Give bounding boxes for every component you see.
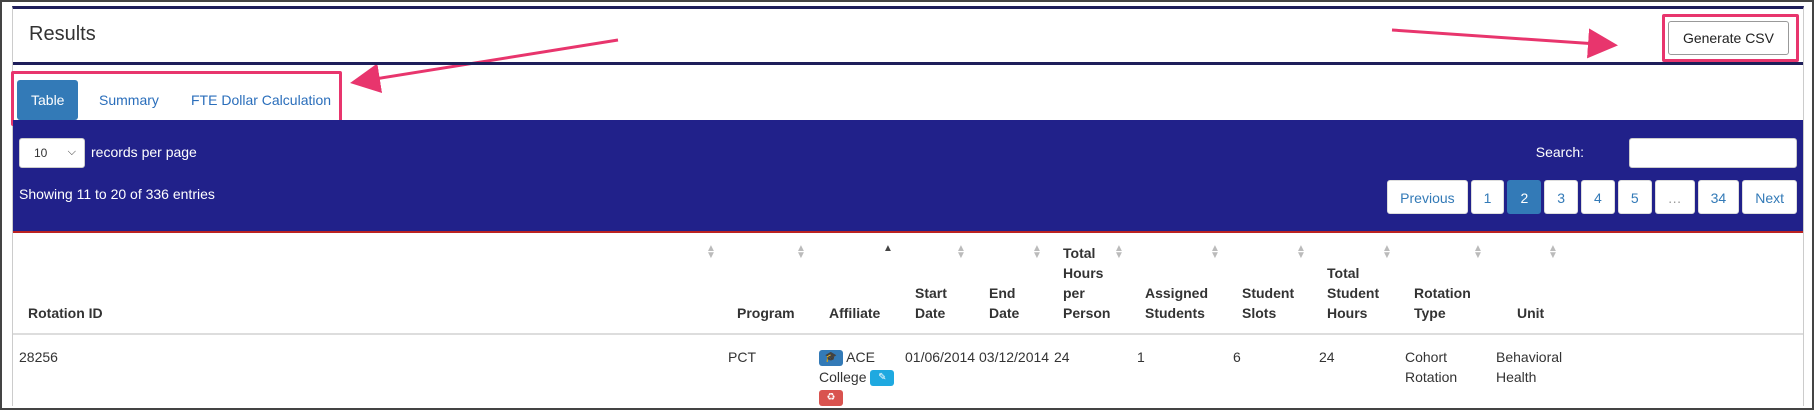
col-start-date-line1: Start <box>915 285 947 301</box>
affiliate-name-line2: College <box>819 369 867 385</box>
col-total-hours-line4: Person <box>1063 305 1111 321</box>
sort-icon[interactable]: ▲ ▼ <box>1210 244 1220 261</box>
cell-end-date: 03/12/2014 <box>979 349 1050 365</box>
cell-total-student-hours: 24 <box>1319 349 1335 365</box>
cell-affiliate: 🎓 ACE College ✎ ♻ <box>819 347 895 407</box>
cell-unit: Behavioral Health <box>1496 347 1562 387</box>
graduation-cap-icon[interactable]: 🎓 <box>819 350 843 367</box>
col-end-date-line1: End <box>989 285 1016 301</box>
sort-icon[interactable]: ▲ ▼ <box>1296 244 1306 261</box>
col-student-slots[interactable]: Student Slots <box>1242 283 1294 323</box>
records-per-page-value: 10 <box>34 146 48 160</box>
recycle-icon[interactable]: ♻ <box>819 390 843 407</box>
col-rt-line2: Type <box>1414 305 1446 321</box>
page-title: Results <box>29 23 96 45</box>
search-input[interactable] <box>1629 138 1797 168</box>
page-button-4[interactable]: 4 <box>1581 180 1615 214</box>
view-tabs: Table Summary FTE Dollar Calculation <box>11 68 1803 126</box>
panel-header: Results Generate CSV <box>13 9 1803 65</box>
col-total-hours-line1: Total <box>1063 245 1096 261</box>
page-button-2[interactable]: 2 <box>1507 180 1542 214</box>
previous-page-button[interactable]: Previous <box>1387 180 1468 214</box>
sort-icon[interactable]: ▲ ▼ <box>956 244 966 261</box>
col-assigned-line1: Assigned <box>1145 285 1209 301</box>
tab-table[interactable]: Table <box>17 80 79 120</box>
records-per-page-label: records per page <box>91 144 197 160</box>
generate-csv-button[interactable]: Generate CSV <box>1667 21 1789 55</box>
sort-icon[interactable]: ▲ ▼ <box>1473 244 1483 261</box>
col-slots-line2: Slots <box>1242 305 1277 321</box>
table-header: Rotation ID ▲ ▼ Program ▲ ▼ Affiliate ▲ St… <box>13 235 1803 335</box>
col-total-hours-line3: per <box>1063 285 1085 301</box>
col-start-date-line2: Date <box>915 305 946 321</box>
col-end-date[interactable]: End Date <box>989 283 1019 323</box>
edit-pencil-icon[interactable]: ✎ <box>870 370 895 387</box>
col-program[interactable]: Program <box>737 303 795 323</box>
col-total-hours-per-person[interactable]: Total Hours per Person <box>1063 243 1110 323</box>
sort-icon[interactable]: ▲ ▼ <box>796 244 806 261</box>
table-row[interactable]: 28256 PCT 🎓 ACE College ✎ ♻ 01/06/2014 0… <box>13 337 1803 409</box>
col-rotation-type[interactable]: Rotation Type <box>1414 283 1471 323</box>
sort-icon[interactable]: ▲ ▼ <box>706 244 716 261</box>
col-unit[interactable]: Unit <box>1517 303 1544 323</box>
col-tsh-line1: Total <box>1327 265 1360 281</box>
col-end-date-line2: Date <box>989 305 1020 321</box>
chevron-down-icon: ⌵ <box>67 146 76 158</box>
pagination: Previous 1 2 3 4 5 … 34 Next <box>1384 180 1797 214</box>
sort-icon[interactable]: ▲ ▼ <box>1114 244 1124 261</box>
sort-icon[interactable]: ▲ ▼ <box>1548 244 1558 261</box>
page-button-5[interactable]: 5 <box>1617 180 1652 214</box>
page-button-34[interactable]: 34 <box>1697 180 1740 214</box>
col-total-student-hours[interactable]: Total Student Hours <box>1327 263 1379 323</box>
col-assigned-students[interactable]: Assigned Students <box>1145 283 1208 323</box>
rotation-type-line1: Cohort <box>1405 349 1448 365</box>
col-total-hours-line2: Hours <box>1063 265 1104 281</box>
col-affiliate[interactable]: Affiliate <box>829 303 880 323</box>
sort-icon[interactable]: ▲ ▼ <box>1032 244 1042 261</box>
sort-icon[interactable]: ▲ ▼ <box>1382 244 1392 261</box>
affiliate-name-line1: ACE <box>846 349 875 365</box>
col-tsh-line2: Student <box>1327 285 1380 301</box>
col-tsh-line3: Hours <box>1327 305 1368 321</box>
entries-info: Showing 11 to 20 of 336 entries <box>19 186 215 202</box>
unit-line1: Behavioral <box>1496 349 1563 365</box>
cell-start-date: 01/06/2014 <box>905 349 976 365</box>
cell-student-slots: 6 <box>1233 349 1241 365</box>
col-start-date[interactable]: Start Date <box>915 283 947 323</box>
col-rt-line1: Rotation <box>1414 285 1471 301</box>
page-button-3[interactable]: 3 <box>1544 180 1579 214</box>
search-label: Search: <box>1535 144 1584 160</box>
tab-summary[interactable]: Summary <box>85 80 173 120</box>
cell-rotation-type: Cohort Rotation <box>1405 347 1457 387</box>
cell-rotation-id: 28256 <box>19 349 58 365</box>
cell-program: PCT <box>728 349 756 365</box>
col-assigned-line2: Students <box>1145 305 1205 321</box>
cell-assigned-students: 1 <box>1137 349 1145 365</box>
page-ellipsis: … <box>1654 180 1695 214</box>
tab-fte-dollar-calculation[interactable]: FTE Dollar Calculation <box>177 80 345 120</box>
records-per-page-select[interactable]: 10 ⌵ <box>19 138 85 168</box>
unit-line2: Health <box>1496 369 1537 385</box>
table-controls: 10 ⌵ records per page Showing 11 to 20 o… <box>13 120 1803 233</box>
cell-total-hours: 24 <box>1054 349 1070 365</box>
rotation-type-line2: Rotation <box>1405 369 1458 385</box>
sort-asc-icon[interactable]: ▲ <box>883 244 893 254</box>
col-slots-line1: Student <box>1242 285 1295 301</box>
results-panel: Results Generate CSV Table Summary FTE D… <box>11 6 1804 409</box>
col-rotation-id[interactable]: Rotation ID <box>28 303 103 323</box>
page-button-1[interactable]: 1 <box>1470 180 1505 214</box>
next-page-button[interactable]: Next <box>1742 180 1797 214</box>
